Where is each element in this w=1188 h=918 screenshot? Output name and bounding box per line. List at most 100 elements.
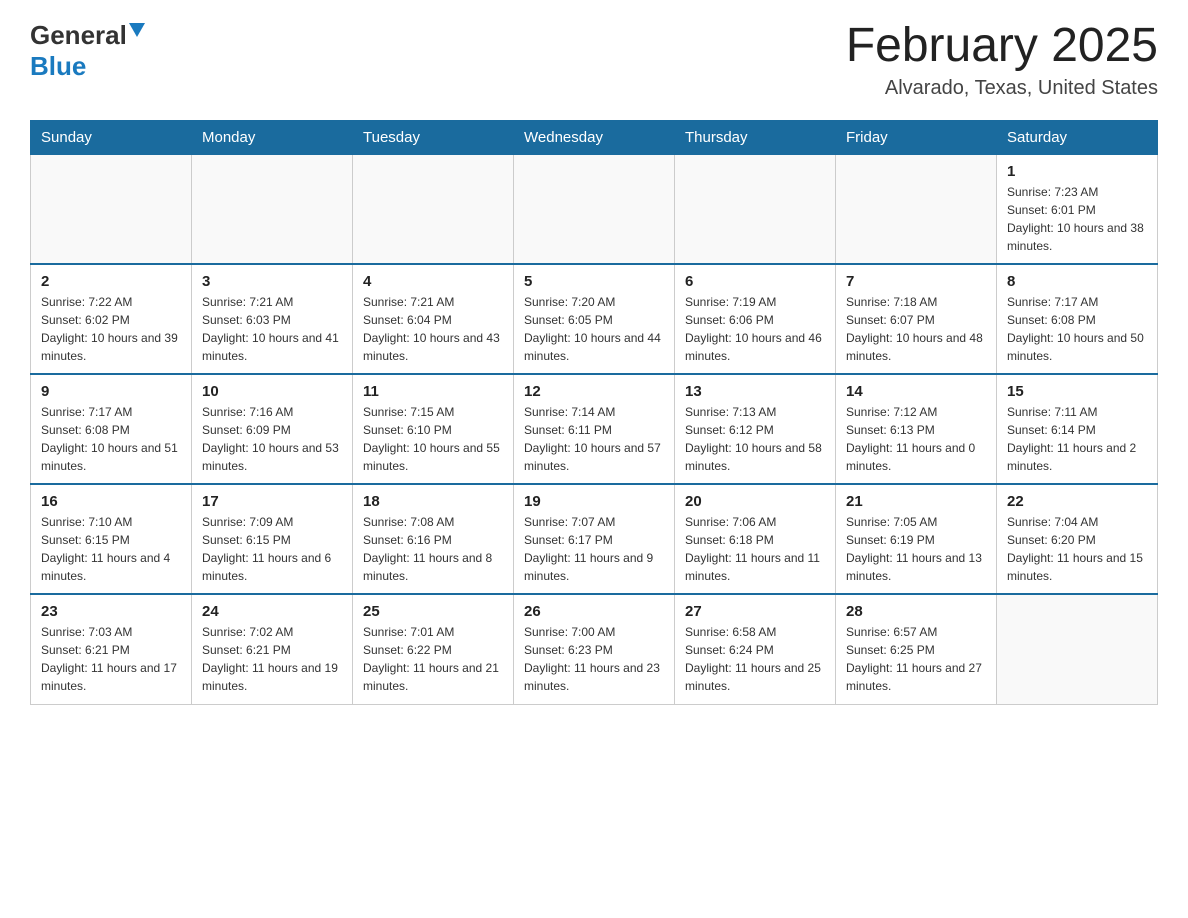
day-info: Sunrise: 7:01 AMSunset: 6:22 PMDaylight:… (363, 623, 503, 695)
day-info: Sunrise: 7:18 AMSunset: 6:07 PMDaylight:… (846, 293, 986, 365)
calendar-day-cell: 2 Sunrise: 7:22 AMSunset: 6:02 PMDaylight… (31, 264, 192, 374)
day-number: 20 (685, 493, 825, 510)
day-number: 25 (363, 603, 503, 620)
day-info: Sunrise: 7:04 AMSunset: 6:20 PMDaylight:… (1007, 513, 1147, 585)
calendar-week-row: 1Sunrise: 7:23 AMSunset: 6:01 PMDaylight… (31, 154, 1158, 264)
day-number: 11 (363, 383, 503, 400)
day-number: 2 (41, 273, 181, 290)
calendar-week-row: 16 Sunrise: 7:10 AMSunset: 6:15 PMDayligh… (31, 484, 1158, 594)
day-info: Sunrise: 7:12 AMSunset: 6:13 PMDaylight:… (846, 403, 986, 475)
day-info: Sunrise: 6:57 AMSunset: 6:25 PMDaylight:… (846, 623, 986, 695)
day-info: Sunrise: 7:17 AMSunset: 6:08 PMDaylight:… (1007, 293, 1147, 365)
weekday-header-wednesday: Wednesday (514, 120, 675, 154)
day-info: Sunrise: 7:02 AMSunset: 6:21 PMDaylight:… (202, 623, 342, 695)
calendar-day-cell (31, 154, 192, 264)
page-header: General Blue February 2025 Alvarado, Tex… (30, 20, 1158, 100)
day-number: 10 (202, 383, 342, 400)
weekday-header-friday: Friday (836, 120, 997, 154)
calendar-day-cell: 7 Sunrise: 7:18 AMSunset: 6:07 PMDaylight… (836, 264, 997, 374)
day-info: Sunrise: 7:09 AMSunset: 6:15 PMDaylight:… (202, 513, 342, 585)
day-number: 9 (41, 383, 181, 400)
calendar-day-cell: 23 Sunrise: 7:03 AMSunset: 6:21 PMDayligh… (31, 594, 192, 704)
weekday-header-monday: Monday (192, 120, 353, 154)
day-info: Sunrise: 7:16 AMSunset: 6:09 PMDaylight:… (202, 403, 342, 475)
calendar-day-cell: 28Sunrise: 6:57 AMSunset: 6:25 PMDayligh… (836, 594, 997, 704)
weekday-header-saturday: Saturday (997, 120, 1158, 154)
weekday-header-thursday: Thursday (675, 120, 836, 154)
calendar-week-row: 2 Sunrise: 7:22 AMSunset: 6:02 PMDaylight… (31, 264, 1158, 374)
day-info: Sunrise: 7:07 AMSunset: 6:17 PMDaylight:… (524, 513, 664, 585)
calendar-day-cell: 12 Sunrise: 7:14 AMSunset: 6:11 PMDayligh… (514, 374, 675, 484)
calendar-day-cell: 1Sunrise: 7:23 AMSunset: 6:01 PMDaylight… (997, 154, 1158, 264)
day-info: Sunrise: 7:17 AMSunset: 6:08 PMDaylight:… (41, 403, 181, 475)
calendar-day-cell: 18Sunrise: 7:08 AMSunset: 6:16 PMDayligh… (353, 484, 514, 594)
calendar-day-cell (514, 154, 675, 264)
logo-triangle-icon (129, 23, 145, 44)
day-number: 23 (41, 603, 181, 620)
day-number: 26 (524, 603, 664, 620)
day-info: Sunrise: 7:08 AMSunset: 6:16 PMDaylight:… (363, 513, 503, 585)
calendar-day-cell: 14 Sunrise: 7:12 AMSunset: 6:13 PMDayligh… (836, 374, 997, 484)
day-info: Sunrise: 7:03 AMSunset: 6:21 PMDaylight:… (41, 623, 181, 695)
day-number: 12 (524, 383, 664, 400)
location-subtitle: Alvarado, Texas, United States (846, 77, 1158, 100)
day-number: 6 (685, 273, 825, 290)
calendar-day-cell: 15Sunrise: 7:11 AMSunset: 6:14 PMDayligh… (997, 374, 1158, 484)
day-number: 21 (846, 493, 986, 510)
calendar-day-cell (836, 154, 997, 264)
day-info: Sunrise: 7:10 AMSunset: 6:15 PMDaylight:… (41, 513, 181, 585)
calendar-day-cell: 8 Sunrise: 7:17 AMSunset: 6:08 PMDaylight… (997, 264, 1158, 374)
calendar-day-cell: 11 Sunrise: 7:15 AMSunset: 6:10 PMDayligh… (353, 374, 514, 484)
day-info: Sunrise: 7:19 AMSunset: 6:06 PMDaylight:… (685, 293, 825, 365)
day-info: Sunrise: 7:11 AMSunset: 6:14 PMDaylight:… (1007, 403, 1147, 475)
day-number: 16 (41, 493, 181, 510)
calendar-day-cell: 27Sunrise: 6:58 AMSunset: 6:24 PMDayligh… (675, 594, 836, 704)
month-title: February 2025 (846, 20, 1158, 73)
day-number: 19 (524, 493, 664, 510)
logo-general-text: General (30, 20, 127, 51)
day-number: 8 (1007, 273, 1147, 290)
calendar-week-row: 9 Sunrise: 7:17 AMSunset: 6:08 PMDaylight… (31, 374, 1158, 484)
calendar-table: SundayMondayTuesdayWednesdayThursdayFrid… (30, 120, 1158, 705)
day-info: Sunrise: 7:21 AMSunset: 6:03 PMDaylight:… (202, 293, 342, 365)
calendar-day-cell: 10 Sunrise: 7:16 AMSunset: 6:09 PMDayligh… (192, 374, 353, 484)
logo-blue-text: Blue (30, 51, 86, 81)
day-number: 14 (846, 383, 986, 400)
weekday-header-sunday: Sunday (31, 120, 192, 154)
day-number: 24 (202, 603, 342, 620)
day-info: Sunrise: 7:21 AMSunset: 6:04 PMDaylight:… (363, 293, 503, 365)
day-number: 13 (685, 383, 825, 400)
day-info: Sunrise: 6:58 AMSunset: 6:24 PMDaylight:… (685, 623, 825, 695)
calendar-day-cell: 20 Sunrise: 7:06 AMSunset: 6:18 PMDayligh… (675, 484, 836, 594)
calendar-day-cell: 17Sunrise: 7:09 AMSunset: 6:15 PMDayligh… (192, 484, 353, 594)
logo: General Blue (30, 20, 145, 82)
day-info: Sunrise: 7:14 AMSunset: 6:11 PMDaylight:… (524, 403, 664, 475)
calendar-day-cell: 24 Sunrise: 7:02 AMSunset: 6:21 PMDayligh… (192, 594, 353, 704)
calendar-day-cell: 25 Sunrise: 7:01 AMSunset: 6:22 PMDayligh… (353, 594, 514, 704)
day-number: 4 (363, 273, 503, 290)
day-info: Sunrise: 7:20 AMSunset: 6:05 PMDaylight:… (524, 293, 664, 365)
day-info: Sunrise: 7:22 AMSunset: 6:02 PMDaylight:… (41, 293, 181, 365)
weekday-header-tuesday: Tuesday (353, 120, 514, 154)
calendar-day-cell: 6 Sunrise: 7:19 AMSunset: 6:06 PMDaylight… (675, 264, 836, 374)
day-number: 7 (846, 273, 986, 290)
calendar-day-cell: 9 Sunrise: 7:17 AMSunset: 6:08 PMDaylight… (31, 374, 192, 484)
day-number: 22 (1007, 493, 1147, 510)
calendar-day-cell: 21Sunrise: 7:05 AMSunset: 6:19 PMDayligh… (836, 484, 997, 594)
day-number: 5 (524, 273, 664, 290)
calendar-header-row: SundayMondayTuesdayWednesdayThursdayFrid… (31, 120, 1158, 154)
calendar-day-cell (192, 154, 353, 264)
day-info: Sunrise: 7:15 AMSunset: 6:10 PMDaylight:… (363, 403, 503, 475)
day-info: Sunrise: 7:00 AMSunset: 6:23 PMDaylight:… (524, 623, 664, 695)
day-info: Sunrise: 7:06 AMSunset: 6:18 PMDaylight:… (685, 513, 825, 585)
calendar-day-cell: 5 Sunrise: 7:20 AMSunset: 6:05 PMDaylight… (514, 264, 675, 374)
calendar-day-cell: 22 Sunrise: 7:04 AMSunset: 6:20 PMDayligh… (997, 484, 1158, 594)
day-number: 1 (1007, 163, 1147, 180)
calendar-day-cell: 3Sunrise: 7:21 AMSunset: 6:03 PMDaylight… (192, 264, 353, 374)
day-info: Sunrise: 7:13 AMSunset: 6:12 PMDaylight:… (685, 403, 825, 475)
calendar-day-cell: 19 Sunrise: 7:07 AMSunset: 6:17 PMDayligh… (514, 484, 675, 594)
calendar-week-row: 23 Sunrise: 7:03 AMSunset: 6:21 PMDayligh… (31, 594, 1158, 704)
calendar-day-cell: 16 Sunrise: 7:10 AMSunset: 6:15 PMDayligh… (31, 484, 192, 594)
calendar-day-cell (353, 154, 514, 264)
calendar-day-cell (997, 594, 1158, 704)
